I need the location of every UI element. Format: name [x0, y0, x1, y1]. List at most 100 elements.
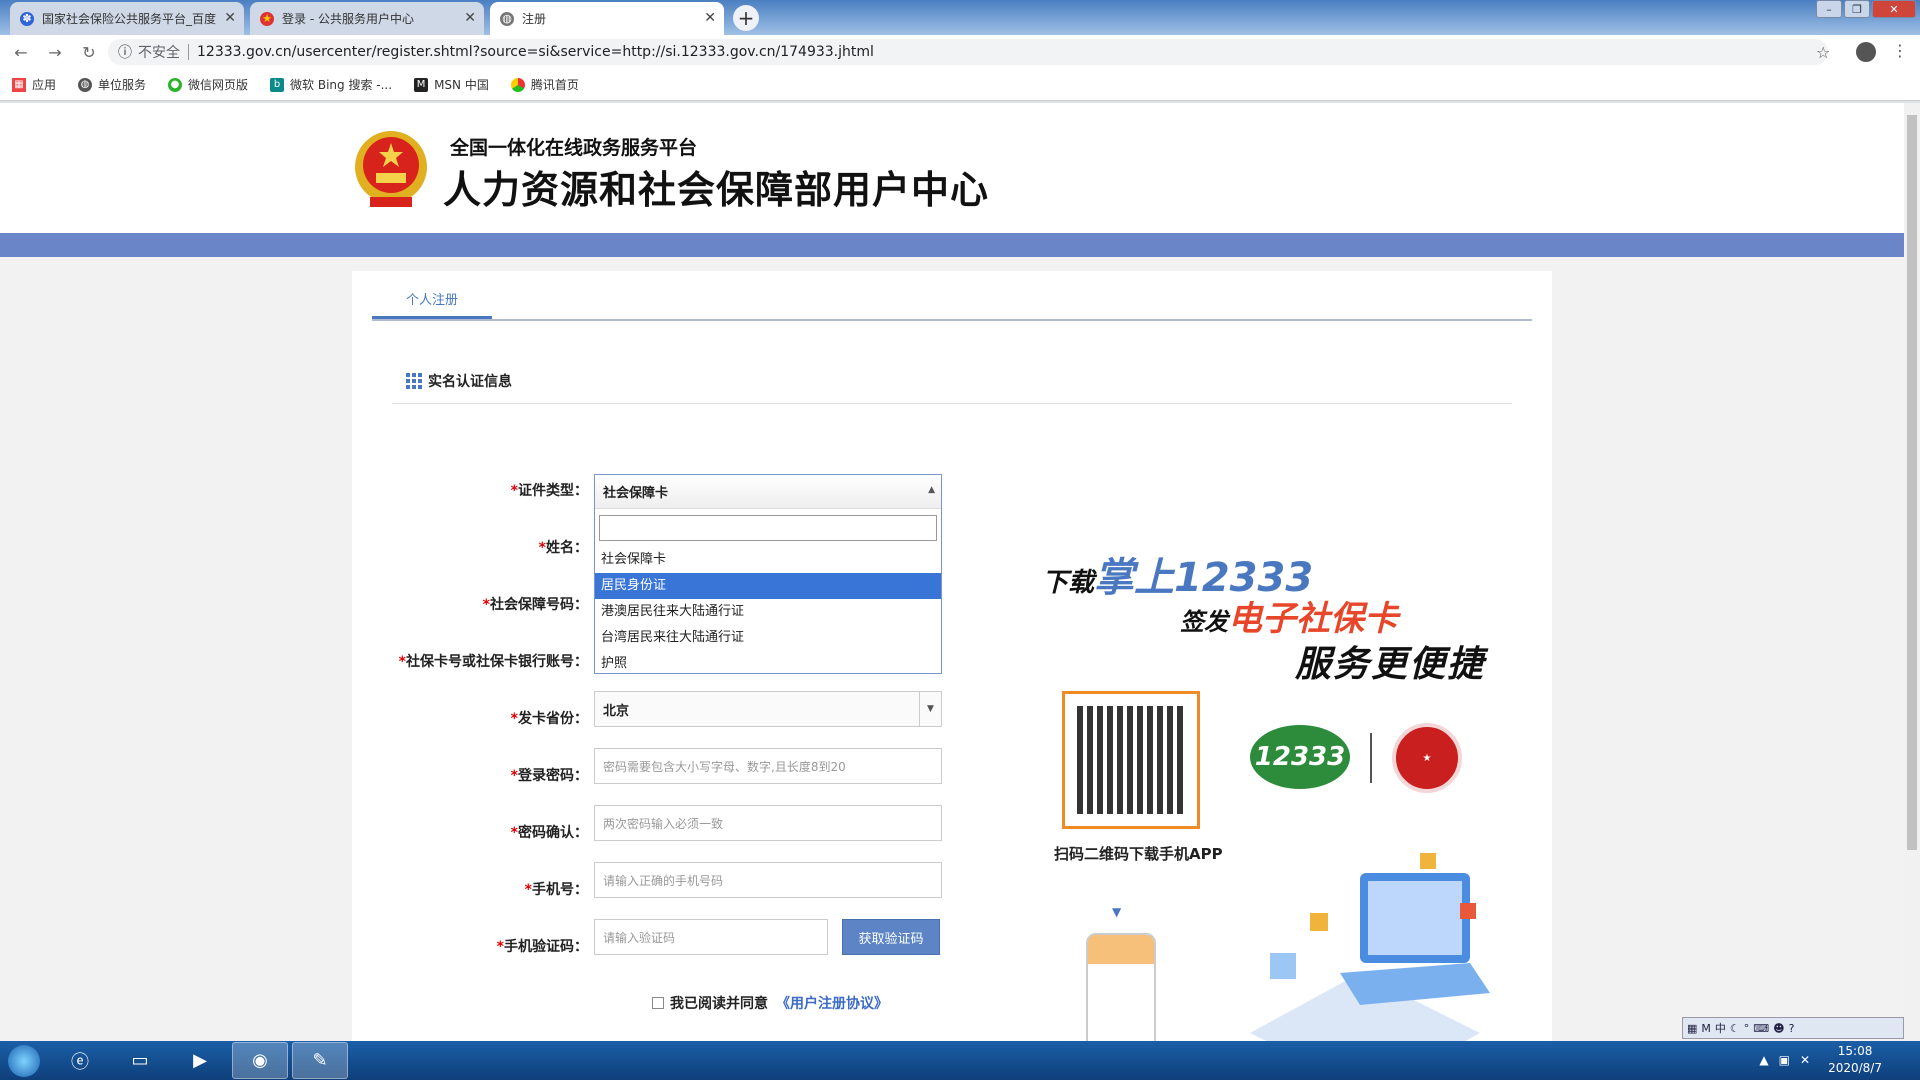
agree-checkbox[interactable] [652, 997, 664, 1009]
ime-chinese-icon[interactable]: 中 [1715, 1020, 1726, 1036]
label-name: *姓名： [538, 540, 588, 556]
emblem-icon: ★ [260, 11, 274, 26]
scan-text: 扫码二维码下载手机APP [1054, 845, 1223, 863]
bookmark-bing[interactable]: b 微软 Bing 搜索 -... [270, 76, 392, 93]
phone-input[interactable]: 请输入正确的手机号码 [594, 862, 942, 898]
dropdown-search-input[interactable] [599, 515, 937, 541]
maximize-button[interactable]: ❐ [1844, 0, 1870, 18]
ime-punct-icon[interactable]: ° [1744, 1022, 1750, 1035]
province-select[interactable]: 北京 ▼ [594, 691, 942, 727]
media-player-icon[interactable]: ▶ [172, 1042, 228, 1079]
tencent-icon [510, 77, 525, 92]
globe-icon: ◍ [500, 11, 514, 26]
bookmark-apps[interactable]: ▦ 应用 [12, 76, 56, 93]
ime-keyboard-icon[interactable]: ▦ [1687, 1022, 1697, 1035]
globe-icon: ◍ [78, 77, 93, 92]
info-icon[interactable]: ⓘ [118, 42, 132, 62]
ime-help-icon[interactable]: ? [1789, 1022, 1795, 1035]
browser-toolbar: ← → ↻ ⓘ 不安全 12333.gov.cn/usercenter/regi… [0, 35, 1920, 69]
tab-baidu[interactable]: ✽ 国家社会保险公共服务平台_百度 ✕ [10, 2, 244, 35]
paint-icon[interactable]: ✎ [292, 1042, 348, 1079]
option-hk-macau-permit[interactable]: 港澳居民往来大陆通行证 [595, 599, 941, 625]
ime-m-icon[interactable]: M [1701, 1022, 1711, 1035]
national-emblem-icon [355, 131, 427, 207]
close-tab-icon[interactable]: ✕ [464, 10, 476, 26]
system-tray: ▲ ▣ ✕ [1759, 1053, 1810, 1067]
url-text: 12333.gov.cn/usercenter/register.shtml?s… [197, 44, 874, 60]
chevron-up-icon[interactable]: ▲ [928, 485, 935, 495]
option-social-card[interactable]: 社会保障卡 [595, 547, 941, 573]
close-tab-icon[interactable]: ✕ [224, 10, 236, 26]
account-icon[interactable] [1856, 42, 1876, 62]
menu-icon[interactable]: ⋮ [1892, 41, 1908, 60]
clock[interactable]: 15:08 2020/8/7 [1828, 1043, 1882, 1077]
label-id-type: *证件类型： [510, 483, 588, 499]
bookmark-wechat[interactable]: ● 微信网页版 [168, 76, 248, 93]
id-type-dropdown[interactable]: 社会保障卡 ▲ 社会保障卡 居民身份证 港澳居民往来大陆通行证 台湾居民来往大陆… [594, 474, 942, 674]
apps-grid-icon: ▦ [12, 77, 26, 92]
ime-skin-icon[interactable]: ☻ [1773, 1022, 1784, 1035]
taskbar: ⓔ ▭ ▶ ◉ ✎ ▲ ▣ ✕ 15:08 2020/8/7 [0, 1041, 1920, 1080]
ime-moon-icon[interactable]: ☾ [1730, 1022, 1740, 1035]
bing-icon: b [270, 77, 285, 92]
grid-icon [406, 373, 422, 389]
close-window-button[interactable]: ✕ [1872, 0, 1916, 18]
bookmark-star-icon[interactable]: ☆ [1816, 43, 1830, 62]
network-icon[interactable]: ▣ [1779, 1053, 1790, 1067]
social-security-seal-icon: ★ [1392, 723, 1462, 793]
back-icon[interactable]: ← [8, 43, 34, 62]
bookmarks-bar: ▦ 应用 ◍ 单位服务 ● 微信网页版 b 微软 Bing 搜索 -... M MSN 中… [0, 69, 1920, 101]
ime-softkb-icon[interactable]: ⌨ [1753, 1022, 1769, 1035]
password-input[interactable]: 密码需要包含大小写字母、数字,且长度8到20 [594, 748, 942, 784]
start-button[interactable] [0, 1041, 48, 1080]
bookmark-unit-service[interactable]: ◍ 单位服务 [78, 76, 146, 93]
tray-arrow-icon[interactable]: ▲ [1759, 1053, 1768, 1067]
minimize-button[interactable]: – [1816, 0, 1842, 18]
tab-login[interactable]: ★ 登录 - 公共服务用户中心 ✕ [250, 2, 484, 35]
volume-muted-icon[interactable]: ✕ [1800, 1053, 1810, 1067]
laptop-illustration-icon [1250, 853, 1490, 1041]
section-title: 实名认证信息 [406, 371, 512, 391]
baidu-paw-icon: ✽ [20, 11, 34, 26]
logo-12333: 12333 [1250, 725, 1350, 789]
chevron-down-icon[interactable]: ▼ [919, 692, 941, 726]
explorer-folder-icon[interactable]: ▭ [112, 1042, 168, 1079]
tab-register[interactable]: ◍ 注册 ✕ [490, 2, 724, 35]
promo-banner: 下载掌上12333 签发电子社保卡 服务更便捷 扫码二维码下载手机APP 123… [1040, 533, 1500, 1041]
chrome-icon[interactable]: ◉ [232, 1042, 288, 1079]
phone-illustration-icon [1086, 933, 1156, 1041]
option-taiwan-permit[interactable]: 台湾居民来往大陆通行证 [595, 625, 941, 651]
wechat-icon: ● [168, 77, 183, 92]
msn-icon: M [414, 77, 429, 92]
close-tab-icon[interactable]: ✕ [704, 10, 716, 26]
get-vcode-button[interactable]: 获取验证码 [842, 919, 940, 955]
new-tab-button[interactable]: + [733, 5, 759, 31]
vertical-scrollbar[interactable] [1904, 103, 1920, 1041]
qr-code [1062, 691, 1200, 829]
option-id-card[interactable]: 居民身份证 [595, 573, 941, 599]
ie-icon[interactable]: ⓔ [52, 1042, 108, 1079]
label-phone: *手机号： [524, 882, 588, 898]
agreement-link[interactable]: 《用户注册协议》 [776, 993, 888, 1013]
reload-icon[interactable]: ↻ [76, 43, 102, 62]
bookmark-msn[interactable]: M MSN 中国 [414, 76, 489, 93]
label-card-account: *社保卡号或社保卡银行账号： [398, 654, 588, 670]
header-subtitle: 全国一体化在线政务服务平台 [450, 137, 698, 159]
password-confirm-input[interactable]: 两次密码输入必须一致 [594, 805, 942, 841]
tab-bar: ✽ 国家社会保险公共服务平台_百度 ✕ ★ 登录 - 公共服务用户中心 ✕ ◍ … [0, 0, 1920, 35]
page-content: 全国一体化在线政务服务平台 人力资源和社会保障部用户中心 个人注册 实名认证信息… [0, 103, 1904, 1041]
label-confirm: *密码确认： [510, 825, 588, 841]
label-ss-number: *社会保障号码： [482, 597, 588, 613]
forward-icon[interactable]: → [42, 43, 68, 62]
ime-toolbar[interactable]: ▦ M 中 ☾ ° ⌨ ☻ ? [1682, 1017, 1904, 1039]
bookmark-tencent[interactable]: 腾讯首页 [510, 76, 579, 93]
tab-personal-register[interactable]: 个人注册 [372, 283, 492, 319]
id-type-select[interactable]: 社会保障卡 ▲ [595, 475, 941, 509]
option-passport[interactable]: 护照 [595, 651, 941, 677]
address-bar[interactable]: ⓘ 不安全 12333.gov.cn/usercenter/register.s… [108, 39, 1828, 65]
pointer-icon: ▼ [1112, 905, 1122, 919]
site-header: 全国一体化在线政务服务平台 人力资源和社会保障部用户中心 [0, 103, 1904, 233]
vcode-input[interactable]: 请输入验证码 [594, 919, 828, 955]
label-password: *登录密码： [510, 768, 588, 784]
agreement-row: 我已阅读并同意 《用户注册协议》 [652, 993, 888, 1013]
